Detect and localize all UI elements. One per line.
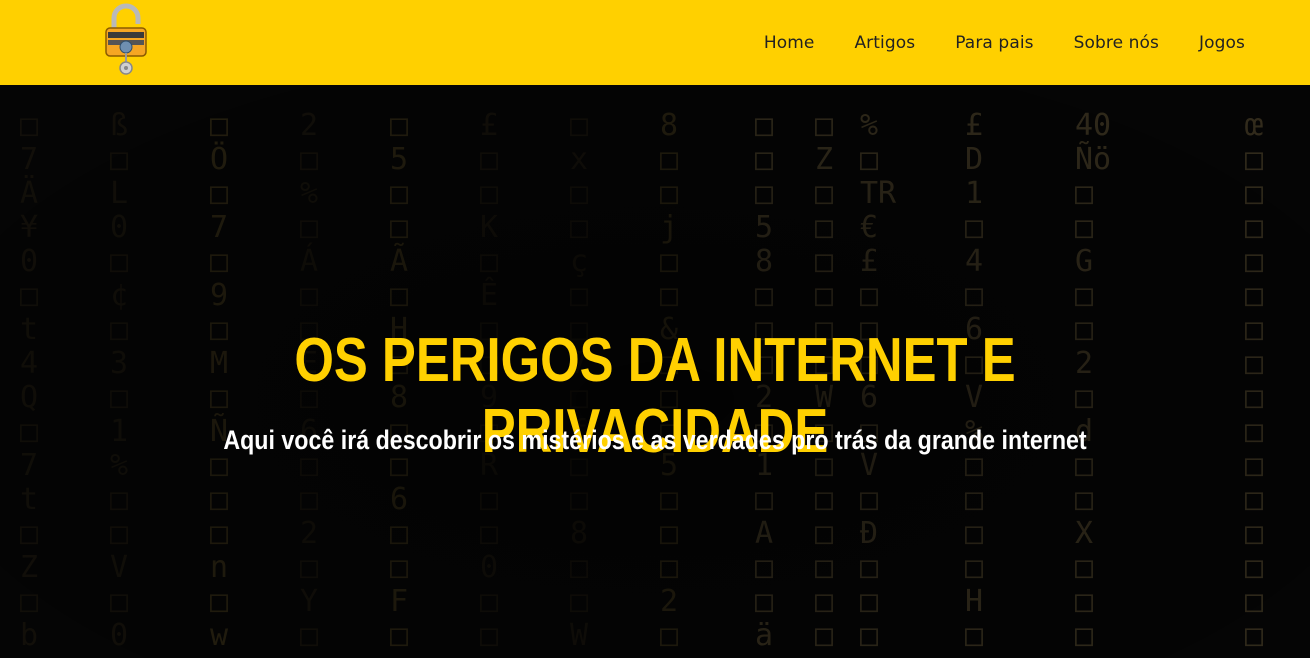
nav-para-pais[interactable]: Para pais: [955, 33, 1033, 53]
top-navigation-bar: Home Artigos Para pais Sobre nós Jogos: [0, 0, 1310, 85]
nav-jogos[interactable]: Jogos: [1199, 33, 1245, 53]
nav-home[interactable]: Home: [764, 33, 815, 53]
hero-subtitle: Aqui você irá descobrir os mistérios e a…: [223, 425, 1087, 455]
main-menu: Home Artigos Para pais Sobre nós Jogos: [764, 0, 1245, 85]
padlock-logo-icon[interactable]: [104, 2, 148, 78]
hero-section: □ 7 Ä ¥ 0 □ t 4 Q □ 7 t □ Z □ b □ ß □ L …: [0, 85, 1310, 658]
nav-sobre-nos[interactable]: Sobre nós: [1074, 33, 1159, 53]
nav-artigos[interactable]: Artigos: [854, 33, 915, 53]
